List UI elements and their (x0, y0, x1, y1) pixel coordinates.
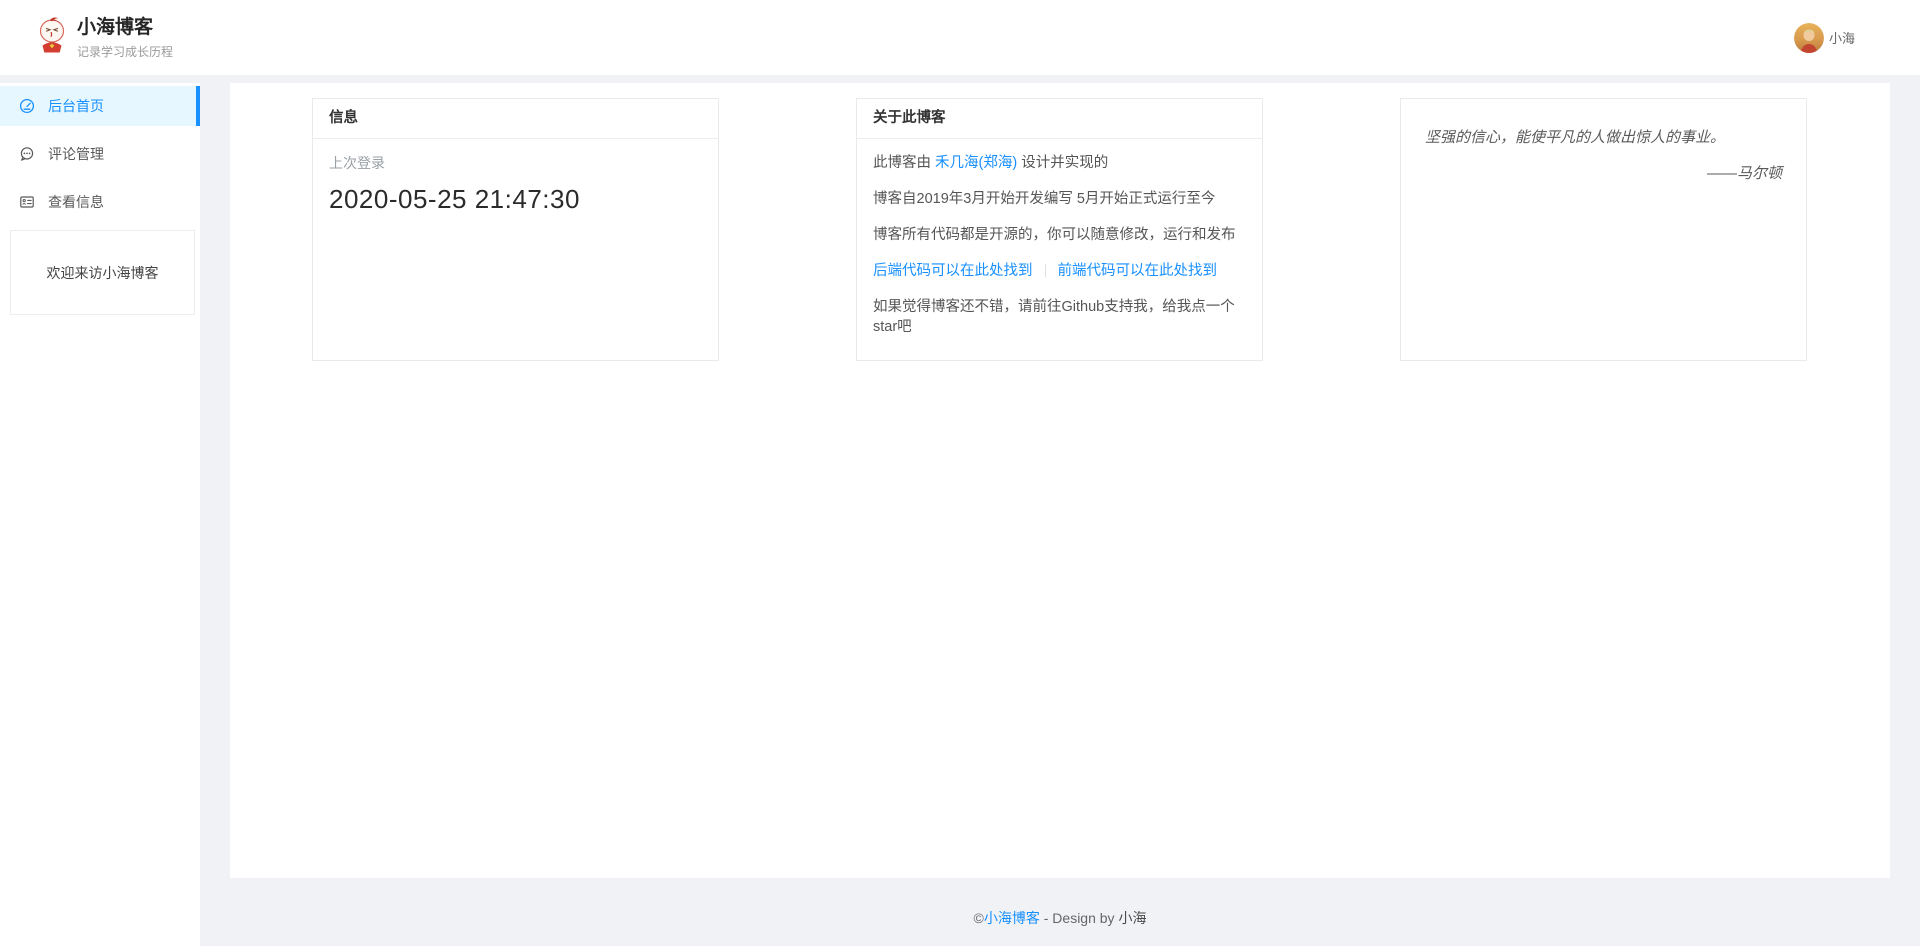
app-header: 小海博客 记录学习成长历程 小海 (0, 0, 1920, 75)
app-title: 小海博客 (77, 16, 173, 40)
backend-code-link[interactable]: 后端代码可以在此处找到 (873, 263, 1033, 279)
sidebar-item-label: 查看信息 (48, 192, 104, 212)
about-line-1-suffix: 设计并实现的 (1017, 155, 1108, 171)
user-name: 小海 (1829, 28, 1855, 47)
brand: 小海博客 记录学习成长历程 (36, 16, 173, 60)
about-line-2: 博客自2019年3月开始开发编写 5月开始正式运行至今 (873, 189, 1246, 209)
footer-middle-text: - Design by (1040, 910, 1119, 926)
footer: © 小海博客 - Design by 小海 (230, 878, 1890, 946)
author-link[interactable]: 禾几海(郑海) (935, 155, 1017, 171)
quote-card: 坚强的信心，能使平凡的人做出惊人的事业。 ——马尔顿 (1400, 98, 1807, 361)
footer-copyright: © (974, 910, 984, 926)
frontend-code-link[interactable]: 前端代码可以在此处找到 (1058, 263, 1218, 279)
last-login-time: 2020-05-25 21:47:30 (329, 184, 702, 215)
sidebar-item-dashboard[interactable]: 后台首页 (0, 86, 200, 126)
dashboard-icon (19, 98, 35, 114)
last-login-label: 上次登录 (329, 153, 702, 173)
welcome-text: 欢迎来访小海博客 (47, 263, 159, 283)
about-line-5: 如果觉得博客还不错，请前往Github支持我，给我点一个star吧 (873, 297, 1246, 337)
sidebar-item-label: 评论管理 (48, 144, 104, 164)
about-code-links: 后端代码可以在此处找到 前端代码可以在此处找到 (873, 261, 1246, 281)
footer-designer: 小海 (1118, 908, 1146, 928)
sidebar-item-label: 后台首页 (48, 96, 104, 116)
sidebar: 后台首页 评论管理 查看信息 欢迎来访小海博客 (0, 83, 200, 946)
about-card-title: 关于此博客 (857, 99, 1262, 139)
footer-site-link[interactable]: 小海博客 (984, 908, 1040, 928)
user-menu[interactable]: 小海 (1794, 23, 1855, 53)
about-line-3: 博客所有代码都是开源的，你可以随意修改，运行和发布 (873, 225, 1246, 245)
info-card-title: 信息 (313, 99, 718, 139)
app-subtitle: 记录学习成长历程 (77, 43, 173, 60)
sidebar-item-info[interactable]: 查看信息 (0, 182, 200, 222)
main-content: 信息 上次登录 2020-05-25 21:47:30 关于此博客 此博客由 禾… (230, 83, 1890, 878)
user-avatar[interactable] (1794, 23, 1824, 53)
idcard-icon (19, 194, 35, 210)
sidebar-item-comments[interactable]: 评论管理 (0, 134, 200, 174)
info-card: 信息 上次登录 2020-05-25 21:47:30 (312, 98, 719, 361)
vertical-divider (1045, 264, 1046, 277)
comment-icon (19, 146, 35, 162)
logo-icon (36, 16, 68, 59)
quote-text: 坚强的信心，能使平凡的人做出惊人的事业。 (1425, 127, 1782, 148)
quote-author: ——马尔顿 (1425, 162, 1782, 183)
about-line-1-prefix: 此博客由 (873, 155, 935, 171)
welcome-card: 欢迎来访小海博客 (10, 230, 195, 315)
about-card: 关于此博客 此博客由 禾几海(郑海) 设计并实现的 博客自2019年3月开始开发… (856, 98, 1263, 361)
about-line-1: 此博客由 禾几海(郑海) 设计并实现的 (873, 153, 1246, 173)
